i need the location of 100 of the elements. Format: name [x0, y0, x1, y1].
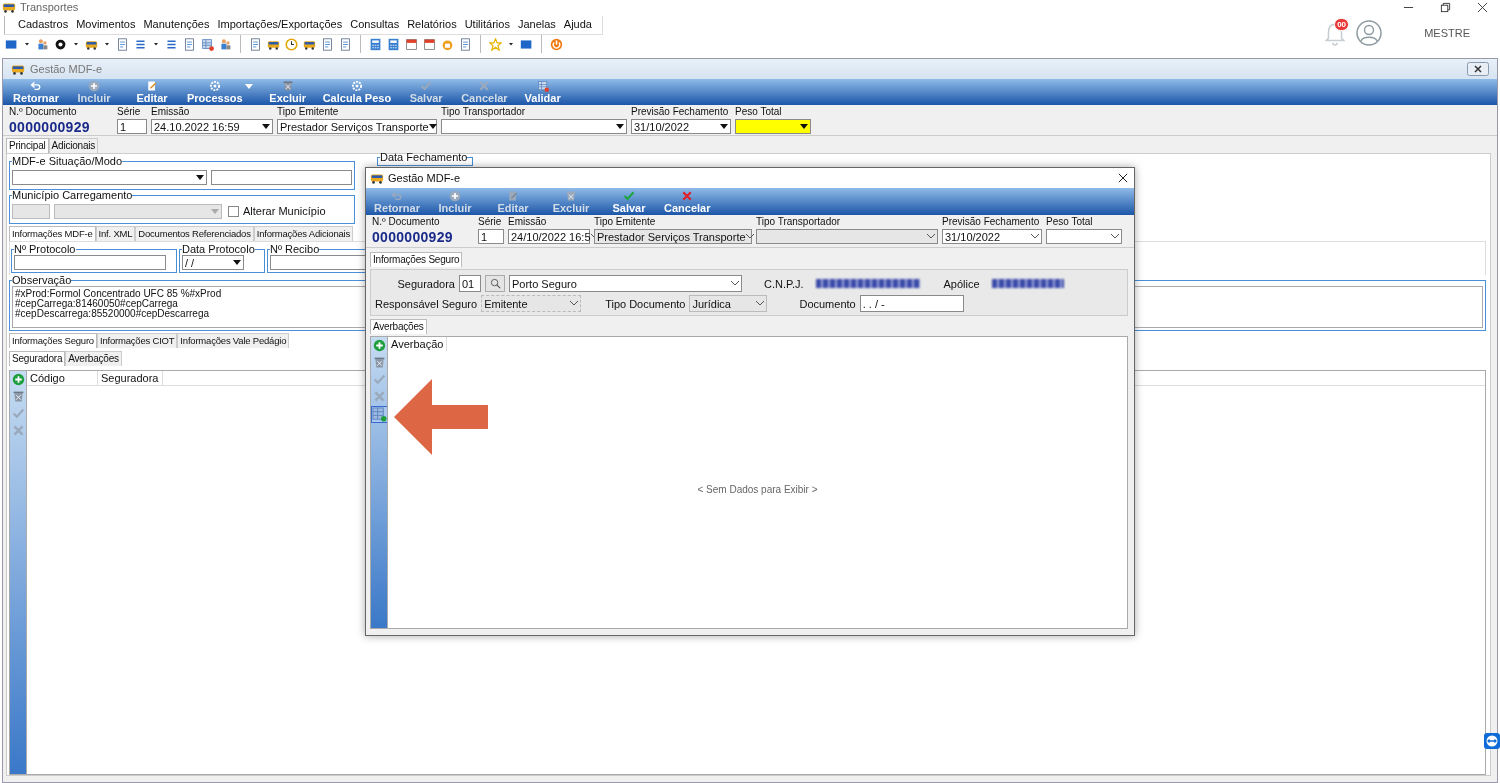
- user-name: MESTRE: [1424, 27, 1470, 39]
- caret-icon[interactable]: [23, 40, 31, 48]
- dropdown-field[interactable]: 31/10/2022: [631, 119, 731, 134]
- close-icon[interactable]: [1467, 62, 1489, 76]
- document-icon[interactable]: [116, 37, 129, 51]
- dropdown-field[interactable]: [441, 119, 627, 134]
- column-header[interactable]: Código: [27, 371, 98, 385]
- restore-icon[interactable]: [1440, 1, 1451, 13]
- tab[interactable]: Informações Adicionais: [253, 226, 354, 241]
- input-field[interactable]: 1: [117, 119, 147, 134]
- power-icon[interactable]: [550, 37, 563, 51]
- tab[interactable]: Seguradora: [9, 351, 66, 366]
- menu-item[interactable]: Consultas: [350, 18, 400, 32]
- tab[interactable]: Informações Seguro: [9, 333, 97, 348]
- checkbox[interactable]: [228, 205, 239, 217]
- menu-item[interactable]: Importações/Exportações: [217, 18, 343, 32]
- date-field[interactable]: / /: [182, 255, 244, 270]
- arrows-icon[interactable]: [1484, 733, 1500, 749]
- dropdown-field[interactable]: [12, 169, 208, 185]
- bell-icon[interactable]: [1324, 22, 1347, 46]
- tab[interactable]: Informações CIOT: [96, 333, 178, 348]
- tab[interactable]: Averbações: [65, 351, 122, 366]
- search-button[interactable]: [485, 275, 505, 292]
- plus-icon[interactable]: [372, 339, 386, 352]
- input-field[interactable]: 1: [478, 229, 504, 244]
- input-field[interactable]: [12, 203, 50, 219]
- field-label: Emissão: [151, 106, 191, 118]
- column-header[interactable]: Averbação: [388, 337, 448, 351]
- toolbar-button[interactable]: Editar: [123, 79, 181, 105]
- caret-icon[interactable]: [103, 40, 111, 48]
- field-label: Tipo Emitente: [277, 106, 340, 118]
- dropdown-field[interactable]: [735, 119, 811, 134]
- user-avatar-icon[interactable]: [1356, 20, 1383, 46]
- tab[interactable]: Informações Vale Pedágio: [177, 333, 290, 348]
- tab[interactable]: Informações Seguro: [370, 252, 463, 267]
- tab[interactable]: Averbações: [370, 319, 427, 334]
- edit-icon: [146, 80, 158, 92]
- tab[interactable]: Documentos Referenciados: [135, 226, 254, 241]
- plus-icon[interactable]: [11, 373, 25, 386]
- folder-icon[interactable]: [520, 37, 533, 51]
- calendar-icon[interactable]: [405, 37, 418, 51]
- tab[interactable]: Informações MDF-e: [9, 226, 96, 241]
- toolbar-button[interactable]: Processos: [181, 79, 249, 105]
- grid-icon[interactable]: [201, 37, 214, 51]
- menu-item[interactable]: Ajuda: [563, 18, 592, 32]
- document-icon[interactable]: [339, 37, 352, 51]
- list-icon[interactable]: [165, 37, 178, 51]
- menu-item[interactable]: Relatórios: [407, 18, 457, 32]
- dropdown-field[interactable]: 31/10/2022: [942, 229, 1042, 244]
- tab[interactable]: Adicionais: [48, 138, 99, 153]
- tab[interactable]: Principal: [6, 138, 49, 153]
- document-icon[interactable]: [249, 37, 262, 51]
- input-field[interactable]: 01: [459, 275, 481, 292]
- menu-item[interactable]: Manutenções: [143, 18, 210, 32]
- input-field[interactable]: [211, 169, 352, 185]
- clock-icon[interactable]: [285, 37, 298, 51]
- dropdown-field[interactable]: Porto Seguro: [509, 275, 742, 292]
- dropdown-field[interactable]: [1046, 229, 1122, 244]
- dropdown-field[interactable]: Prestador Serviços Transporte: [277, 119, 437, 134]
- wheel-icon[interactable]: [54, 37, 67, 51]
- calculator-icon[interactable]: [369, 37, 382, 51]
- tab[interactable]: Inf. XML: [95, 226, 136, 241]
- toolbar-button[interactable]: Salvar: [600, 189, 658, 215]
- dropdown-arrow-icon: [428, 124, 437, 129]
- close-icon[interactable]: [1118, 173, 1128, 183]
- toolbar-button[interactable]: Cancelar: [658, 189, 717, 215]
- trash-icon[interactable]: [11, 390, 25, 403]
- toolbar-button[interactable]: Excluir: [258, 79, 317, 105]
- list-icon[interactable]: [134, 37, 147, 51]
- people-icon[interactable]: [219, 37, 232, 51]
- caret-icon[interactable]: [507, 40, 515, 48]
- folder-icon[interactable]: [5, 37, 18, 51]
- close-icon: [478, 80, 491, 92]
- dropdown-field[interactable]: [54, 203, 222, 219]
- caret-icon[interactable]: [152, 40, 160, 48]
- trash-icon[interactable]: [372, 356, 386, 369]
- menu-item[interactable]: Utilitários: [464, 18, 510, 32]
- calendar-icon[interactable]: [423, 37, 436, 51]
- calculator-icon[interactable]: [387, 37, 400, 51]
- caret-icon[interactable]: [72, 40, 80, 48]
- document-icon[interactable]: [459, 37, 472, 51]
- toolbar-button[interactable]: Retornar: [7, 79, 65, 105]
- document-icon[interactable]: [321, 37, 334, 51]
- input-field[interactable]: [14, 255, 166, 270]
- toolbar-button[interactable]: Calcula Peso: [316, 79, 398, 105]
- dropdown-field[interactable]: Jurídica: [689, 295, 768, 312]
- toolbar-button[interactable]: Validar: [513, 79, 572, 105]
- gridadd-icon[interactable]: [371, 407, 387, 422]
- menu-item[interactable]: Movimentos: [76, 18, 136, 32]
- dropdown-field[interactable]: 24.10.2022 16:59: [151, 119, 273, 134]
- menu-item[interactable]: Cadastros: [18, 18, 69, 32]
- document-icon[interactable]: [183, 37, 196, 51]
- input-field[interactable]: . . / -: [859, 295, 964, 312]
- close-icon[interactable]: [1477, 1, 1488, 13]
- dropdown-field[interactable]: Emitente: [481, 295, 582, 312]
- column-header[interactable]: Seguradora: [98, 371, 163, 385]
- field-label: Tipo Documento: [605, 297, 686, 310]
- star-icon[interactable]: [489, 37, 502, 51]
- people-icon[interactable]: [36, 37, 49, 51]
- menu-item[interactable]: Janelas: [517, 18, 556, 32]
